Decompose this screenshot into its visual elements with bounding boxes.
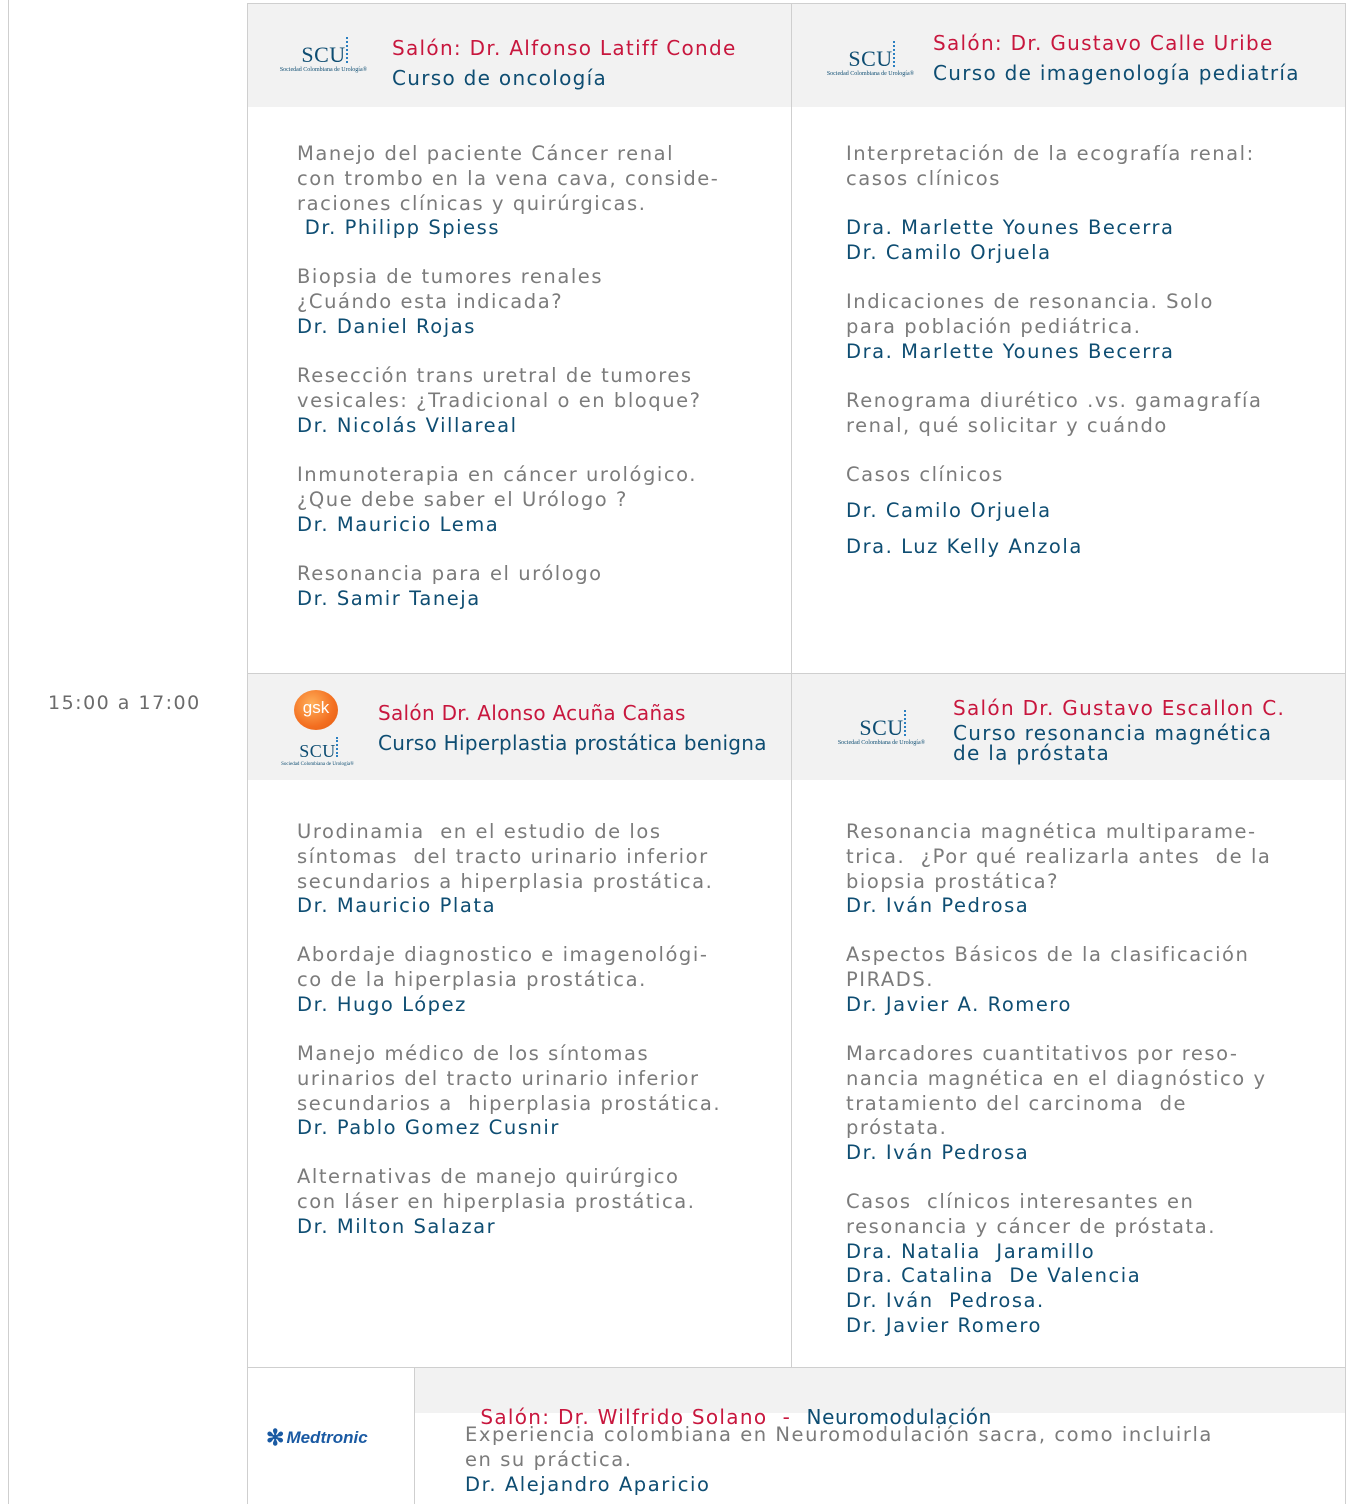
agenda-item: Biopsia de tumores renales ¿Cuándo esta … — [297, 265, 604, 338]
scu-logo: SCU Sociedad Colombiana de Urología® — [280, 737, 355, 769]
agenda-item: Casos clínicos interesantes en resonanci… — [846, 1190, 1216, 1337]
agenda-item: Indicaciones de resonancia. Solo para po… — [846, 290, 1215, 363]
salon-title: Salón: Dr. Alfonso Latiff Conde — [392, 36, 737, 60]
agenda-item: Manejo del paciente Cáncer renal con tro… — [297, 142, 720, 240]
gsk-logo: gsk — [294, 690, 338, 730]
agenda-item: Alternativas de manejo quirúrgico con lá… — [297, 1165, 696, 1238]
left-border — [8, 0, 9, 1504]
salon-title: Salón: Dr. Gustavo Calle Uribe — [933, 31, 1274, 55]
salon-title: Salón Dr. Alonso Acuña Cañas — [378, 701, 686, 725]
agenda-item: Resonancia para el urólogo Dr. Samir Tan… — [297, 562, 603, 610]
medtronic-logo: ✻ Medtronic — [266, 1425, 368, 1450]
agenda-item: Manejo médico de los síntomas urinarios … — [297, 1042, 722, 1140]
course-title-line-2: de la próstata — [953, 741, 1111, 765]
medtronic-icon: ✻ — [266, 1425, 285, 1450]
scu-logo: SCU Sociedad Colombiana de Urología® — [276, 37, 371, 74]
course-title: Curso de oncología — [392, 66, 608, 90]
agenda-item: Aspectos Básicos de la clasificación PIR… — [846, 943, 1250, 1016]
agenda-item: Interpretación de la ecografía renal: ca… — [846, 142, 1255, 265]
salon-title: Salón: Dr. Wilfrido Solano - Neuromodula… — [480, 1405, 992, 1429]
agenda-item: Urodinamia en el estudio de los síntomas… — [297, 820, 714, 918]
agenda-item: Experiencia colombiana en Neuromodulació… — [465, 1423, 1213, 1496]
agenda-item: Renograma diurético .vs. gamagrafía rena… — [846, 389, 1263, 437]
course-title: Curso de imagenología pediatría — [933, 61, 1300, 85]
agenda-item: Marcadores cuantitativos por reso- nanci… — [846, 1042, 1267, 1165]
salon-title: Salón Dr. Gustavo Escallon C. — [953, 696, 1286, 720]
scu-logo: SCU Sociedad Colombiana de Urología® — [834, 710, 929, 747]
agenda-item: Resonancia magnética multiparame- trica.… — [846, 820, 1272, 918]
course-title-line-1: Curso resonancia magnética — [953, 721, 1273, 745]
course-title: Curso Hiperplastia prostática benigna — [378, 731, 767, 755]
time-slot: 15:00 a 17:00 — [48, 692, 201, 714]
scu-logo: SCU Sociedad Colombiana de Urología® — [823, 41, 918, 78]
agenda-item: Abordaje diagnostico e imagenológi- co d… — [297, 943, 709, 1016]
agenda-item: Resección trans uretral de tumores vesic… — [297, 364, 702, 437]
agenda-item: Inmunoterapia en cáncer urológico. ¿Que … — [297, 463, 698, 536]
agenda-item: Casos clínicos Dr. Camilo Orjuela Dra. L… — [846, 463, 1083, 558]
